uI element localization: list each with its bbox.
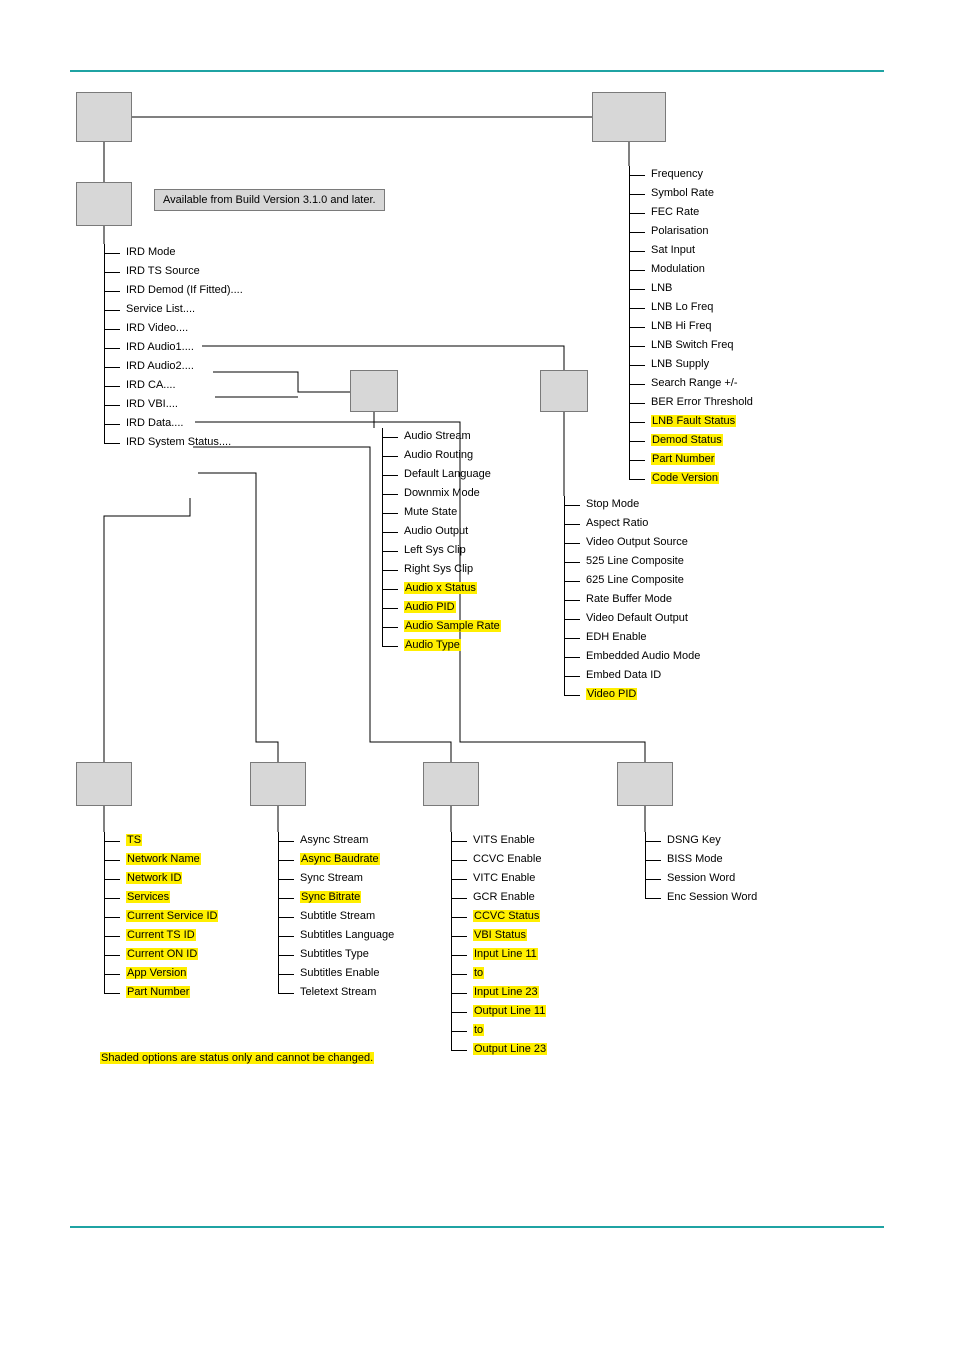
tree-item-label: FEC Rate [651,206,699,218]
tree-item-label: Network ID [126,872,182,884]
tree-item-label: Part Number [651,453,715,465]
tree-item-label: IRD VBI.... [126,398,178,410]
tree-item-label: Enc Session Word [667,891,757,903]
tree-item-label: Rate Buffer Mode [586,593,672,605]
tree-item-label: Video Output Source [586,536,688,548]
tree-item-label: Video Default Output [586,612,688,624]
tree-item-label: LNB [651,282,672,294]
tree-item-label: Sync Bitrate [300,891,361,903]
tree-item-label: Input Line 11 [473,948,538,960]
tree-item-label: IRD Mode [126,246,176,258]
tree-item-label: LNB Switch Freq [651,339,734,351]
tree-item-label: VITS Enable [473,834,535,846]
tree-item-label: IRD CA.... [126,379,176,391]
tree-item-label: Right Sys Clip [404,563,473,575]
tree-item-label: Embedded Audio Mode [586,650,700,662]
tree-item-label: Session Word [667,872,735,884]
tree-item-label: Subtitles Type [300,948,369,960]
tree-item-label: Subtitles Enable [300,967,380,979]
tree-item-label: BER Error Threshold [651,396,753,408]
root-box-ird [76,92,132,142]
tree-item-label: Search Range +/- [651,377,738,389]
tree-item-label: EDH Enable [586,631,647,643]
tree-item-label: IRD Audio2.... [126,360,194,372]
tree-item-label: Default Language [404,468,491,480]
tree-item-label: to [473,1024,484,1036]
tree-item-label: IRD TS Source [126,265,200,277]
tree-item-label: Frequency [651,168,703,180]
tree-item-label: Modulation [651,263,705,275]
vbi-box [423,762,479,806]
tree-item-label: LNB Hi Freq [651,320,712,332]
footer-rule [70,1226,884,1228]
tree-item-label: Audio Routing [404,449,473,461]
tree-item-label: IRD Data.... [126,417,183,429]
tree-item-label: Output Line 11 [473,1005,546,1017]
sysstatus-box [76,762,132,806]
tree-item-label: IRD Video.... [126,322,188,334]
tree-item-label: IRD Demod (If Fitted).... [126,284,243,296]
demod-box [592,92,666,142]
tree-item-label: Part Number [126,986,190,998]
header-rule [70,70,884,72]
tree-item-label: Services [126,891,170,903]
video-box [540,370,588,412]
tree-item-label: Subtitles Language [300,929,394,941]
tree-item-label: Stop Mode [586,498,639,510]
tree-item-label: Demod Status [651,434,723,446]
tree-item-label: CCVC Status [473,910,540,922]
tree-item-label: to [473,967,484,979]
tree-item-label: DSNG Key [667,834,721,846]
tree-item-label: LNB Lo Freq [651,301,713,313]
tree-item-label: Async Baudrate [300,853,380,865]
tree-item-label: Async Stream [300,834,368,846]
tree-item-label: BISS Mode [667,853,723,865]
tree-item-label: VBI Status [473,929,527,941]
tree-item-label: Output Line 23 [473,1043,547,1055]
data-box [250,762,306,806]
tree-item-label: Aspect Ratio [586,517,648,529]
tree-item-label: Audio Stream [404,430,471,442]
tree-item-label: Current ON ID [126,948,198,960]
tree-item-label: App Version [126,967,187,979]
tree-item-label: Left Sys Clip [404,544,466,556]
tree-item-label: Audio x Status [404,582,477,594]
tree-item-label: CCVC Enable [473,853,541,865]
tree-item-label: LNB Supply [651,358,709,370]
tree-item-label: Current TS ID [126,929,196,941]
tree-item-label: Video PID [586,688,637,700]
diagram-page: Available from Build Version 3.1.0 and l… [70,86,884,1086]
tree-item-label: Audio Type [404,639,461,651]
tree-item-label: Downmix Mode [404,487,480,499]
tree-item-label: 525 Line Composite [586,555,684,567]
tree-item-label: LNB Fault Status [651,415,736,427]
tree-item-label: 625 Line Composite [586,574,684,586]
build-note: Available from Build Version 3.1.0 and l… [154,189,385,211]
tree-item-label: Input Line 23 [473,986,539,998]
tree-item-label: Audio Sample Rate [404,620,501,632]
ca-box [617,762,673,806]
tree-item-label: Network Name [126,853,201,865]
tree-item-label: GCR Enable [473,891,535,903]
tree-item-label: TS [126,834,142,846]
tree-item-label: VITC Enable [473,872,535,884]
tree-item-label: Current Service ID [126,910,218,922]
tree-item-label: Audio PID [404,601,456,613]
tree-item-label: Embed Data ID [586,669,661,681]
tree-item-label: Service List.... [126,303,195,315]
tree-item-label: Polarisation [651,225,708,237]
tree-item-label: Code Version [651,472,719,484]
tree-item-label: Sat Input [651,244,695,256]
audio-box [350,370,398,412]
tree-item-label: IRD System Status.... [126,436,231,448]
tree-item-label: Sync Stream [300,872,363,884]
tree-item-label: Subtitle Stream [300,910,375,922]
tree-item-label: Teletext Stream [300,986,376,998]
tree-item-label: Audio Output [404,525,468,537]
tree-item-label: IRD Audio1.... [126,341,194,353]
root-box-2 [76,182,132,226]
shaded-note: Shaded options are status only and canno… [100,1052,374,1064]
tree-item-label: Symbol Rate [651,187,714,199]
tree-item-label: Mute State [404,506,457,518]
